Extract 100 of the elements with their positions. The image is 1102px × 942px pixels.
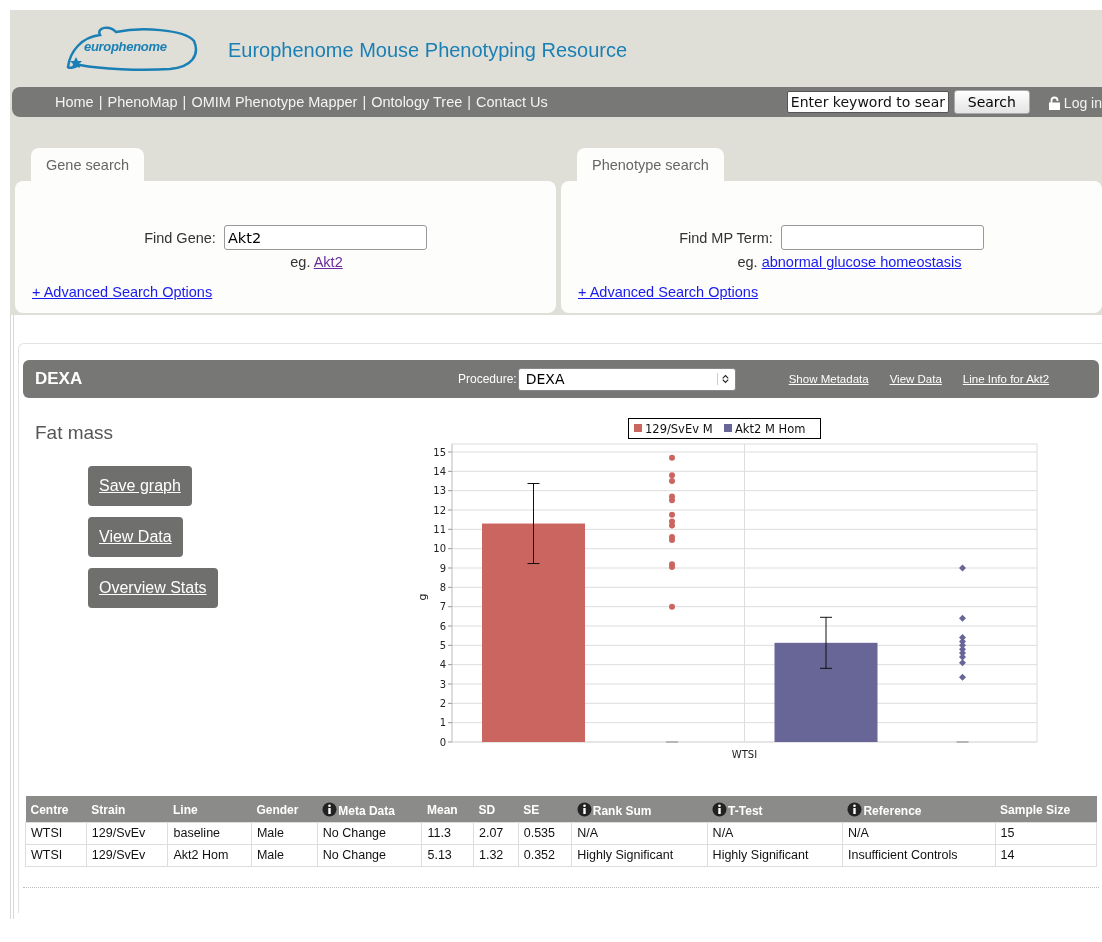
- legend-label: 129/SvEv M: [645, 421, 713, 436]
- nav-link[interactable]: Ontology Tree: [371, 94, 463, 110]
- procedure-select[interactable]: DEXA: [517, 367, 736, 391]
- nav-separator: |: [362, 94, 367, 110]
- table-cell: 129/SvEv: [86, 822, 168, 845]
- example-label: eg.: [290, 254, 311, 270]
- error-bar: [819, 616, 833, 669]
- updown-icon: [716, 373, 731, 385]
- site-title: Europhenome Mouse Phenotyping Resource: [228, 39, 628, 62]
- search-field[interactable]: Akt2: [223, 225, 427, 250]
- column-header: Gender: [251, 796, 318, 823]
- example-link[interactable]: abnormal glucose homeostasis: [761, 254, 962, 270]
- y-tick-label: 9: [439, 562, 446, 574]
- column-header: Sample Size: [995, 796, 1097, 823]
- table-cell: Insufficient Controls: [842, 844, 996, 867]
- table-cell: 2.07: [473, 822, 519, 845]
- y-tick-label: 8: [439, 581, 446, 593]
- x-tick-label: WTSI: [731, 749, 758, 760]
- table-cell: WTSI: [25, 844, 87, 867]
- column-header: Centre: [25, 796, 87, 823]
- table-cell: 0.535: [518, 822, 572, 845]
- nav-separator: |: [98, 94, 103, 110]
- table-cell: WTSI: [25, 822, 87, 845]
- column-header: SD: [473, 796, 519, 823]
- y-tick-label: 5: [439, 639, 446, 651]
- nav-separator: |: [467, 94, 472, 110]
- info-icon: [847, 802, 863, 817]
- login-link[interactable]: Log in: [1063, 95, 1102, 111]
- info-icon: [576, 802, 592, 817]
- table-cell: 0.352: [518, 844, 572, 867]
- table-cell: N/A: [571, 822, 708, 845]
- column-header: Reference: [842, 796, 996, 823]
- table-cell: 14: [995, 844, 1097, 867]
- procedure-link[interactable]: Show Metadata: [788, 373, 869, 385]
- table-cell: No Change: [317, 822, 422, 845]
- column-header: Mean: [421, 796, 474, 823]
- procedure-link[interactable]: View Data: [889, 373, 942, 385]
- nav-link[interactable]: Home: [55, 94, 94, 110]
- column-header: Strain: [86, 796, 168, 823]
- nav-link[interactable]: PhenoMap: [107, 94, 178, 110]
- y-tick-label: 3: [439, 678, 446, 690]
- y-tick-label: 13: [433, 485, 446, 497]
- search-tab[interactable]: Phenotype search: [577, 148, 724, 181]
- field-label: Find MP Term:: [679, 229, 773, 246]
- procedure-label: Procedure:: [458, 372, 517, 386]
- field-label: Find Gene:: [144, 229, 216, 246]
- y-tick-label: 11: [433, 523, 446, 535]
- nav-link[interactable]: OMIM Phenotype Mapper: [191, 94, 358, 110]
- action-button[interactable]: Overview Stats: [88, 568, 218, 608]
- y-tick-label: 15: [433, 446, 446, 458]
- y-tick-label: 0: [439, 736, 446, 748]
- lock-icon: [1048, 96, 1060, 110]
- column-header: Line: [168, 796, 252, 823]
- parameter-title: Fat mass: [35, 422, 115, 444]
- column-header: Rank Sum: [571, 796, 708, 823]
- baseline-tick: [665, 741, 679, 743]
- legend-label: Akt2 M Hom: [735, 421, 806, 436]
- table-cell: Male: [251, 822, 318, 845]
- action-button[interactable]: Save graph: [88, 466, 192, 506]
- search-button[interactable]: Search: [953, 90, 1030, 114]
- y-tick-label: 4: [439, 659, 446, 671]
- search-field[interactable]: [780, 225, 984, 250]
- table-cell: 11.3: [421, 822, 474, 845]
- nav-separator: |: [182, 94, 187, 110]
- procedure-link[interactable]: Line Info for Akt2: [962, 373, 1050, 385]
- keyword-search-field[interactable]: Enter keyword to sear: [786, 91, 949, 113]
- column-header: Meta Data: [317, 796, 422, 823]
- action-button[interactable]: View Data: [88, 517, 183, 557]
- table-cell: N/A: [842, 822, 996, 845]
- table-cell: 15: [995, 822, 1097, 845]
- advanced-search-link[interactable]: + Advanced Search Options: [32, 284, 213, 300]
- column-header: T-Test: [707, 796, 843, 823]
- table-cell: Highly Significant: [707, 844, 843, 867]
- example-label: eg.: [737, 254, 758, 270]
- advanced-search-link[interactable]: + Advanced Search Options: [578, 284, 759, 300]
- column-header: SE: [518, 796, 572, 823]
- table-cell: 5.13: [421, 844, 474, 867]
- logo-text: europhenome: [84, 38, 167, 54]
- logo[interactable]: europhenome: [60, 22, 198, 75]
- table-cell: baseline: [168, 822, 252, 845]
- y-tick-label: 2: [439, 697, 446, 709]
- y-tick-label: 14: [433, 465, 446, 477]
- y-tick-label: 10: [433, 543, 446, 555]
- example-link[interactable]: Akt2: [313, 254, 343, 270]
- table-cell: Highly Significant: [571, 844, 708, 867]
- table-cell: Male: [251, 844, 318, 867]
- info-icon: [322, 802, 338, 817]
- table-cell: N/A: [707, 822, 843, 845]
- nav-link[interactable]: Contact Us: [476, 94, 548, 110]
- search-tab[interactable]: Gene search: [31, 148, 145, 181]
- baseline-tick: [956, 741, 969, 743]
- table-cell: 129/SvEv: [86, 844, 168, 867]
- table-cell: Akt2 Hom: [168, 844, 252, 867]
- y-tick-label: 6: [439, 620, 446, 632]
- procedure-title: DEXA: [35, 369, 84, 389]
- y-axis-label: g: [416, 593, 429, 601]
- table-cell: 1.32: [473, 844, 519, 867]
- info-icon: [712, 802, 728, 817]
- y-tick-label: 1: [439, 717, 446, 729]
- y-tick-label: 7: [439, 601, 446, 613]
